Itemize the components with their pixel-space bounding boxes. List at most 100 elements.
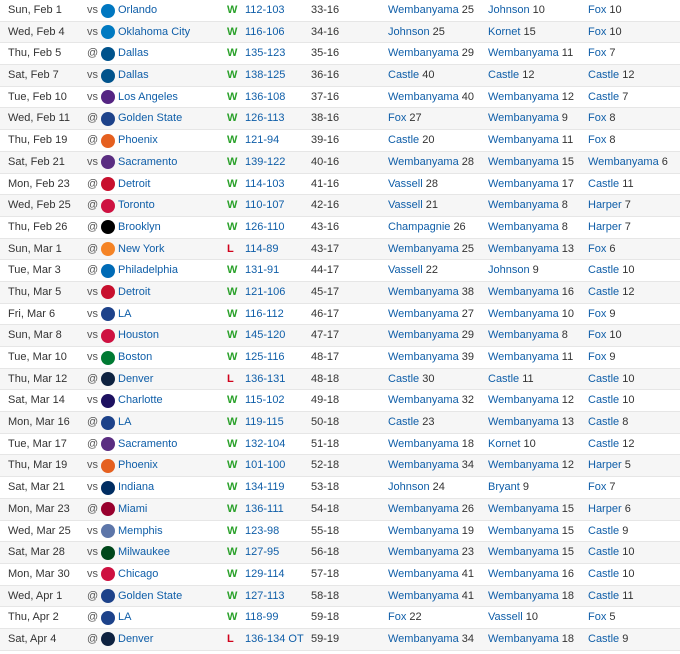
score-link[interactable]: 132-104 — [245, 434, 315, 455]
assists-leader-link[interactable]: Castle — [588, 264, 619, 276]
score-link[interactable]: 145-120 — [245, 325, 315, 346]
score-link[interactable]: 135-123 — [245, 43, 315, 64]
rebounds-leader-link[interactable]: Johnson — [488, 264, 530, 276]
points-leader-link[interactable]: Wembanyama — [388, 156, 459, 168]
rebounds-leader-link[interactable]: Wembanyama — [488, 199, 559, 211]
score-link[interactable]: 125-116 — [245, 347, 315, 368]
assists-leader-link[interactable]: Fox — [588, 4, 606, 16]
opponent-link[interactable]: Sacramento — [118, 152, 218, 173]
rebounds-leader-link[interactable]: Johnson — [488, 4, 530, 16]
assists-leader-link[interactable]: Castle — [588, 546, 619, 558]
score-link[interactable]: 136-131 — [245, 369, 315, 390]
points-leader-link[interactable]: Wembanyama — [388, 47, 459, 59]
score-link[interactable]: 136-111 — [245, 499, 315, 520]
assists-leader-link[interactable]: Fox — [588, 243, 606, 255]
score-link[interactable]: 126-113 — [245, 108, 315, 129]
assists-leader-link[interactable]: Fox — [588, 134, 606, 146]
assists-leader-link[interactable]: Castle — [588, 590, 619, 602]
rebounds-leader-link[interactable]: Wembanyama — [488, 590, 559, 602]
rebounds-leader-link[interactable]: Wembanyama — [488, 221, 559, 233]
opponent-link[interactable]: LA — [118, 304, 218, 325]
opponent-link[interactable]: Indiana — [118, 477, 218, 498]
assists-leader-link[interactable]: Castle — [588, 633, 619, 645]
score-link[interactable]: 127-113 — [245, 586, 315, 607]
points-leader-link[interactable]: Vassell — [388, 264, 423, 276]
opponent-link[interactable]: LA — [118, 607, 218, 628]
points-leader-link[interactable]: Wembanyama — [388, 351, 459, 363]
opponent-link[interactable]: Brooklyn — [118, 217, 218, 238]
points-leader-link[interactable]: Castle — [388, 373, 419, 385]
assists-leader-link[interactable]: Castle — [588, 69, 619, 81]
assists-leader-link[interactable]: Fox — [588, 26, 606, 38]
rebounds-leader-link[interactable]: Wembanyama — [488, 243, 559, 255]
points-leader-link[interactable]: Castle — [388, 134, 419, 146]
points-leader-link[interactable]: Fox — [388, 611, 406, 623]
rebounds-leader-link[interactable]: Wembanyama — [488, 308, 559, 320]
score-link[interactable]: 138-125 — [245, 65, 315, 86]
rebounds-leader-link[interactable]: Wembanyama — [488, 178, 559, 190]
points-leader-link[interactable]: Wembanyama — [388, 503, 459, 515]
points-leader-link[interactable]: Castle — [388, 416, 419, 428]
rebounds-leader-link[interactable]: Castle — [488, 69, 519, 81]
assists-leader-link[interactable]: Castle — [588, 416, 619, 428]
assists-leader-link[interactable]: Castle — [588, 568, 619, 580]
points-leader-link[interactable]: Wembanyama — [388, 4, 459, 16]
rebounds-leader-link[interactable]: Wembanyama — [488, 134, 559, 146]
score-link[interactable]: 121-106 — [245, 282, 315, 303]
points-leader-link[interactable]: Wembanyama — [388, 546, 459, 558]
score-link[interactable]: 116-106 — [245, 22, 315, 43]
rebounds-leader-link[interactable]: Kornet — [488, 438, 520, 450]
opponent-link[interactable]: New York — [118, 239, 218, 260]
assists-leader-link[interactable]: Fox — [588, 351, 606, 363]
points-leader-link[interactable]: Johnson — [388, 26, 430, 38]
points-leader-link[interactable]: Fox — [388, 112, 406, 124]
assists-leader-link[interactable]: Fox — [588, 112, 606, 124]
rebounds-leader-link[interactable]: Wembanyama — [488, 47, 559, 59]
rebounds-leader-link[interactable]: Wembanyama — [488, 503, 559, 515]
points-leader-link[interactable]: Johnson — [388, 481, 430, 493]
opponent-link[interactable]: Dallas — [118, 43, 218, 64]
points-leader-link[interactable]: Wembanyama — [388, 568, 459, 580]
score-link[interactable]: 114-103 — [245, 174, 315, 195]
points-leader-link[interactable]: Vassell — [388, 178, 423, 190]
score-link[interactable]: 134-119 — [245, 477, 315, 498]
points-leader-link[interactable]: Wembanyama — [388, 91, 459, 103]
score-link[interactable]: 112-103 — [245, 0, 315, 21]
rebounds-leader-link[interactable]: Wembanyama — [488, 633, 559, 645]
rebounds-leader-link[interactable]: Wembanyama — [488, 546, 559, 558]
points-leader-link[interactable]: Wembanyama — [388, 243, 459, 255]
rebounds-leader-link[interactable]: Wembanyama — [488, 459, 559, 471]
opponent-link[interactable]: Toronto — [118, 195, 218, 216]
opponent-link[interactable]: Charlotte — [118, 390, 218, 411]
points-leader-link[interactable]: Wembanyama — [388, 329, 459, 341]
assists-leader-link[interactable]: Castle — [588, 394, 619, 406]
assists-leader-link[interactable]: Fox — [588, 47, 606, 59]
score-link[interactable]: 131-91 — [245, 260, 315, 281]
rebounds-leader-link[interactable]: Wembanyama — [488, 568, 559, 580]
opponent-link[interactable]: Orlando — [118, 0, 218, 21]
score-link[interactable]: 115-102 — [245, 390, 315, 411]
opponent-link[interactable]: Philadelphia — [118, 260, 218, 281]
opponent-link[interactable]: Memphis — [118, 521, 218, 542]
opponent-link[interactable]: Houston — [118, 325, 218, 346]
opponent-link[interactable]: Boston — [118, 347, 218, 368]
points-leader-link[interactable]: Champagnie — [388, 221, 450, 233]
rebounds-leader-link[interactable]: Wembanyama — [488, 91, 559, 103]
assists-leader-link[interactable]: Castle — [588, 178, 619, 190]
points-leader-link[interactable]: Wembanyama — [388, 308, 459, 320]
assists-leader-link[interactable]: Harper — [588, 221, 622, 233]
score-link[interactable]: 123-98 — [245, 521, 315, 542]
opponent-link[interactable]: Denver — [118, 629, 218, 650]
points-leader-link[interactable]: Wembanyama — [388, 633, 459, 645]
points-leader-link[interactable]: Castle — [388, 69, 419, 81]
assists-leader-link[interactable]: Fox — [588, 611, 606, 623]
opponent-link[interactable]: Milwaukee — [118, 542, 218, 563]
score-link[interactable]: 119-115 — [245, 412, 315, 433]
score-link[interactable]: 129-114 — [245, 564, 315, 585]
rebounds-leader-link[interactable]: Kornet — [488, 26, 520, 38]
opponent-link[interactable]: Denver — [118, 369, 218, 390]
score-link[interactable]: 114-89 — [245, 239, 315, 260]
score-link[interactable]: 101-100 — [245, 455, 315, 476]
opponent-link[interactable]: LA — [118, 412, 218, 433]
points-leader-link[interactable]: Wembanyama — [388, 525, 459, 537]
